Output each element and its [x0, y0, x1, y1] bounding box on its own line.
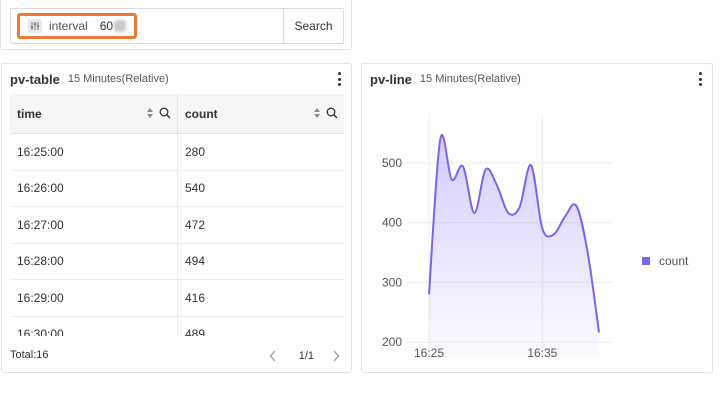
table-row: 16:28:00 494: [10, 243, 344, 280]
filter-tag-interval[interactable]: interval 60: [17, 13, 137, 39]
data-point: [552, 233, 556, 237]
table-header: time count: [10, 94, 344, 134]
table-row: 16:27:00 472: [10, 207, 344, 244]
cell-count: 494: [185, 254, 206, 269]
panel-title: pv-line: [370, 71, 412, 87]
table-row: 16:30:00 489: [10, 316, 344, 336]
data-point: [518, 205, 522, 209]
legend-swatch: [642, 257, 650, 265]
data-point: [574, 204, 578, 208]
pv-table-panel: pv-table 15 Minutes(Relative) time count: [1, 63, 352, 373]
column-label: time: [17, 106, 42, 121]
panel-time-range: 15 Minutes(Relative): [67, 73, 169, 85]
cell-time: 16:26:00: [10, 170, 178, 206]
cell-time: 16:29:00: [10, 280, 178, 316]
data-point: [450, 178, 454, 182]
panel-time-range: 15 Minutes(Relative): [419, 73, 521, 85]
data-point: [529, 163, 533, 167]
data-point: [495, 184, 499, 188]
y-tick-label: 200: [382, 335, 402, 349]
cell-count: 540: [185, 181, 206, 196]
y-tick-label: 500: [382, 156, 402, 170]
cell-time: 16:30:00: [10, 316, 178, 336]
data-table: time count 16:25:00 280 16:26:00 540 16:…: [10, 94, 344, 336]
chevron-right-icon: [333, 350, 340, 362]
total-count: Total:16: [10, 349, 49, 361]
cell-count: 489: [185, 327, 206, 336]
column-label: count: [185, 106, 218, 121]
next-page-button[interactable]: [328, 348, 344, 364]
data-point: [484, 167, 488, 171]
prev-page-button[interactable]: [265, 348, 281, 364]
search-button[interactable]: Search: [283, 9, 343, 43]
column-header-count[interactable]: count: [178, 94, 344, 133]
table-row: 16:26:00 540: [10, 170, 344, 207]
data-point: [506, 211, 510, 215]
data-point: [461, 164, 465, 168]
data-point: [472, 211, 476, 215]
filter-bar: interval 60 Search: [0, 0, 352, 50]
line-chart: 20030040050016:2516:35: [382, 114, 612, 360]
data-point: [597, 331, 601, 335]
data-point: [586, 250, 590, 254]
page-indicator: 1/1: [298, 350, 314, 362]
legend-label: count: [659, 254, 689, 268]
pv-line-panel: pv-line 15 Minutes(Relative) 200 300 400 50…: [361, 63, 713, 373]
cell-count: 416: [185, 290, 206, 305]
chart-legend[interactable]: count: [642, 254, 688, 268]
search-icon[interactable]: [326, 107, 338, 119]
panel-header: pv-table 15 Minutes(Relative): [2, 64, 351, 94]
cell-time: 16:28:00: [10, 243, 178, 279]
data-point: [540, 227, 544, 231]
panel-title: pv-table: [10, 71, 60, 87]
cell-time: 16:27:00: [10, 207, 178, 243]
panel-header: pv-line 15 Minutes(Relative): [362, 64, 712, 94]
chart-area: 20030040050016:2516:35 count: [362, 94, 712, 372]
data-point: [438, 137, 442, 141]
cell-time: 16:25:00: [10, 134, 178, 170]
data-point: [427, 292, 431, 296]
table-row: 16:29:00 416: [10, 280, 344, 317]
more-menu-icon[interactable]: [338, 72, 342, 86]
pagination: 1/1: [265, 348, 344, 364]
filter-value: 60: [100, 19, 127, 33]
y-tick-label: 400: [382, 216, 402, 230]
filter-key: interval: [49, 19, 88, 33]
cell-count: 280: [185, 144, 206, 159]
sort-icon[interactable]: [146, 107, 154, 119]
cell-count: 472: [185, 217, 206, 232]
sort-icon[interactable]: [313, 107, 321, 119]
column-header-time[interactable]: time: [10, 94, 178, 133]
chevron-left-icon: [269, 350, 276, 362]
sliders-icon: [28, 19, 42, 33]
search-icon[interactable]: [159, 107, 171, 119]
table-footer: Total:16 1/1: [10, 349, 344, 365]
series-area: [429, 134, 599, 357]
table-row: 16:25:00 280: [10, 134, 344, 171]
filter-input[interactable]: interval 60 Search: [10, 8, 344, 44]
y-tick-label: 300: [382, 275, 402, 289]
more-menu-icon[interactable]: [699, 72, 703, 86]
data-point: [563, 215, 567, 219]
